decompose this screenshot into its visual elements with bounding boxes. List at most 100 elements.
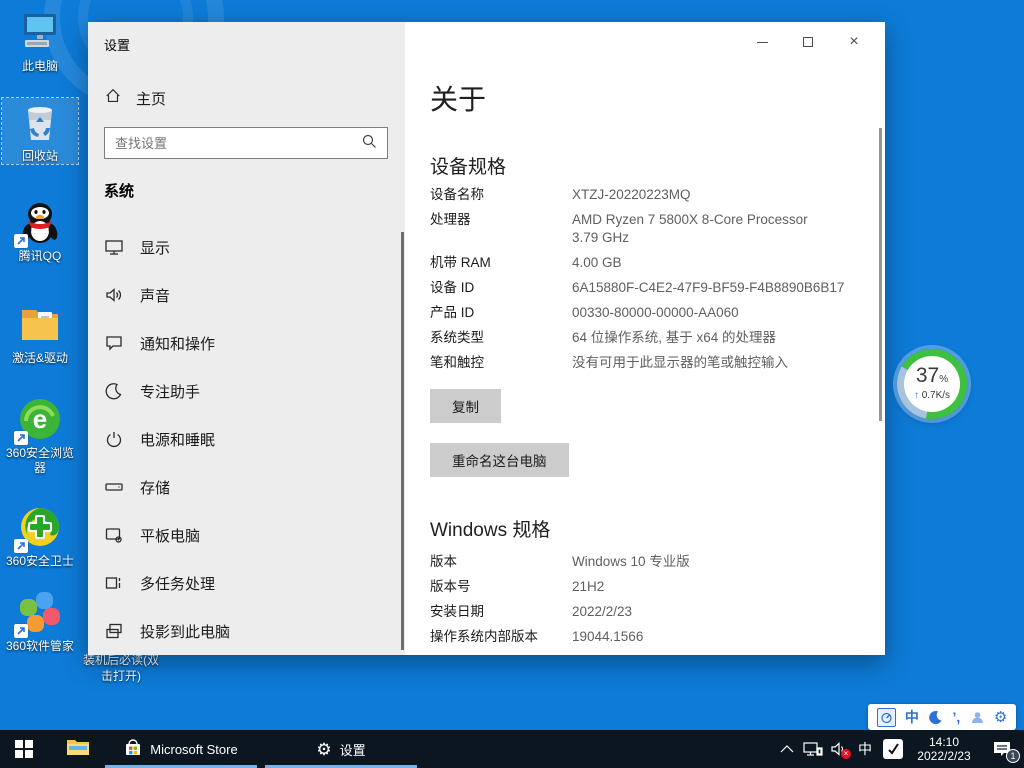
windows-logo-icon — [15, 740, 33, 758]
device-spec-rows: 设备名称 XTZJ-20220223MQ 处理器 AMD Ryzen 7 580… — [430, 186, 860, 379]
sidebar-item-notifications[interactable]: 通知和操作 — [88, 319, 405, 367]
spec-value: 64 位操作系统, 基于 x64 的处理器 — [572, 329, 776, 347]
nav-label: 多任务处理 — [140, 573, 215, 594]
spec-value: 4.00 GB — [572, 254, 622, 272]
shortcut-arrow-icon — [14, 431, 28, 445]
360-speed-ball[interactable]: 37% ↑ 0.7K/s — [897, 349, 967, 419]
spec-row: 系统类型 64 位操作系统, 基于 x64 的处理器 — [430, 329, 860, 347]
desktop-icon-activate-driver[interactable]: 激活&驱动 — [2, 300, 78, 366]
close-button[interactable]: × — [831, 28, 877, 56]
sidebar-item-power-sleep[interactable]: 电源和睡眠 — [88, 415, 405, 463]
shortcut-arrow-icon — [14, 624, 28, 638]
taskbar-settings[interactable]: ⚙ 设置 — [265, 730, 417, 768]
spec-label: 操作系统内部版本 — [430, 628, 572, 646]
sidebar-item-home[interactable]: 主页 — [96, 80, 396, 116]
sidebar-item-sound[interactable]: 声音 — [88, 271, 405, 319]
file-explorer-button[interactable] — [56, 730, 100, 768]
spec-row: 版本 Windows 10 专业版 — [430, 553, 860, 571]
desktop-icon-label: 腾讯QQ — [2, 249, 78, 264]
memory-percent: 37 — [916, 364, 939, 387]
sidebar-item-multitasking[interactable]: 多任务处理 — [88, 559, 405, 607]
sidebar-item-tablet[interactable]: 平板电脑 — [88, 511, 405, 559]
device-spec-heading: 设备规格 — [430, 152, 506, 179]
spec-row: 安装日期 2022/2/23 — [430, 603, 860, 621]
content-scrollbar[interactable] — [879, 128, 882, 421]
ime-settings-gear-icon[interactable]: ⚙ — [994, 708, 1007, 726]
sidebar-section-system: 系统 — [104, 180, 134, 201]
spec-row: 版本号 21H2 — [430, 578, 860, 596]
spec-value: 6A15880F-C4E2-47F9-BF59-F4B8890B6B17 — [572, 279, 844, 297]
settings-sidebar: 设置 主页 系统 显示 — [88, 22, 405, 655]
spec-row: 设备名称 XTZJ-20220223MQ — [430, 186, 860, 204]
storage-icon — [104, 477, 124, 497]
desktop-icon-this-pc[interactable]: 此电脑 — [2, 8, 78, 74]
desktop-icon-360-safe[interactable]: 360安全卫士 — [2, 503, 78, 569]
notification-center-button[interactable]: 1 — [980, 730, 1024, 768]
ime-cn-mode[interactable]: 中 — [905, 707, 919, 727]
sidebar-item-storage[interactable]: 存储 — [88, 463, 405, 511]
svg-text:e: e — [33, 404, 47, 434]
start-button[interactable] — [0, 730, 48, 768]
page-title: 关于 — [430, 78, 486, 118]
settings-content: × 关于 设备规格 设备名称 XTZJ-20220223MQ 处理器 AMD R… — [405, 22, 885, 655]
sidebar-nav: 显示 声音 通知和操作 专注助手 — [88, 223, 405, 655]
desktop-icon-label: 360安全浏览器 — [2, 446, 78, 476]
network-speed: 0.7K/s — [922, 390, 950, 401]
desktop-icon-recycle-bin[interactable]: 回收站 — [2, 98, 78, 164]
spec-value: XTZJ-20220223MQ — [572, 186, 691, 204]
nav-label: 电源和睡眠 — [140, 429, 215, 450]
spec-row: 处理器 AMD Ryzen 7 5800X 8-Core Processor 3… — [430, 211, 860, 247]
minimize-button[interactable] — [739, 28, 785, 56]
rename-pc-button[interactable]: 重命名这台电脑 — [430, 443, 569, 477]
mute-badge-icon: × — [841, 749, 851, 759]
sidebar-scrollbar[interactable] — [401, 232, 404, 650]
ime-status-icon[interactable] — [877, 708, 896, 727]
multitasking-icon — [104, 573, 124, 593]
desktop-icon-360-manager[interactable]: 360软件管家 — [2, 588, 78, 654]
spec-label: 系统类型 — [430, 329, 572, 347]
settings-search-box[interactable] — [104, 127, 388, 159]
power-icon — [104, 429, 124, 449]
ime-punctuation-mode[interactable]: ’, — [952, 709, 960, 725]
ime-user-icon[interactable] — [970, 710, 985, 725]
desktop-icon-readme-label[interactable]: 装机后必读(双击打开) — [78, 652, 164, 684]
settings-window: 设置 主页 系统 显示 — [88, 22, 885, 655]
ime-moon-icon[interactable] — [928, 710, 943, 725]
tray-network-icon[interactable] — [800, 730, 826, 768]
windows-spec-rows: 版本 Windows 10 专业版 版本号 21H2 安装日期 2022/2/2… — [430, 553, 860, 653]
taskbar: Microsoft Store ⚙ 设置 × 中 14:10 2022/2/23 — [0, 730, 1024, 768]
tray-ime-cn-indicator[interactable]: 中 — [852, 730, 878, 768]
recycle-bin-icon — [16, 98, 64, 146]
nav-label: 专注助手 — [140, 381, 200, 402]
spec-label: 机带 RAM — [430, 254, 572, 272]
taskbar-microsoft-store[interactable]: Microsoft Store — [105, 730, 257, 768]
sidebar-item-focus-assist[interactable]: 专注助手 — [88, 367, 405, 415]
nav-label: 存储 — [140, 477, 170, 498]
desktop-icon-360-browser[interactable]: e 360安全浏览器 — [2, 395, 78, 476]
tray-360-app-icon[interactable] — [878, 730, 908, 768]
tray-chevron-up-icon[interactable] — [774, 730, 800, 768]
tray-volume-muted-icon[interactable]: × — [826, 730, 852, 768]
taskbar-settings-label: 设置 — [340, 740, 366, 759]
nav-label: 投影到此电脑 — [140, 621, 230, 642]
sidebar-item-projecting[interactable]: 投影到此电脑 — [88, 607, 405, 655]
clock-time: 14:10 — [917, 735, 970, 749]
search-input[interactable] — [105, 136, 361, 151]
folder-icon — [16, 300, 64, 348]
speed-ball-face: 37% ↑ 0.7K/s — [904, 356, 960, 412]
spec-label: 安装日期 — [430, 603, 572, 621]
microsoft-store-icon — [124, 739, 142, 760]
taskbar-clock[interactable]: 14:10 2022/2/23 — [908, 730, 980, 768]
desktop-icon-label: 360软件管家 — [2, 639, 78, 654]
sidebar-item-display[interactable]: 显示 — [88, 223, 405, 271]
maximize-button[interactable] — [785, 28, 831, 56]
sound-icon — [104, 285, 124, 305]
desktop-icon-tencent-qq[interactable]: 腾讯QQ — [2, 198, 78, 264]
spec-value: 19044.1566 — [572, 628, 643, 646]
spec-value: 没有可用于此显示器的笔或触控输入 — [572, 354, 788, 372]
desktop-icon-label: 回收站 — [2, 149, 78, 164]
display-icon — [104, 237, 124, 257]
search-icon[interactable] — [361, 133, 387, 154]
spec-value: 21H2 — [572, 578, 604, 596]
copy-button[interactable]: 复制 — [430, 389, 501, 423]
